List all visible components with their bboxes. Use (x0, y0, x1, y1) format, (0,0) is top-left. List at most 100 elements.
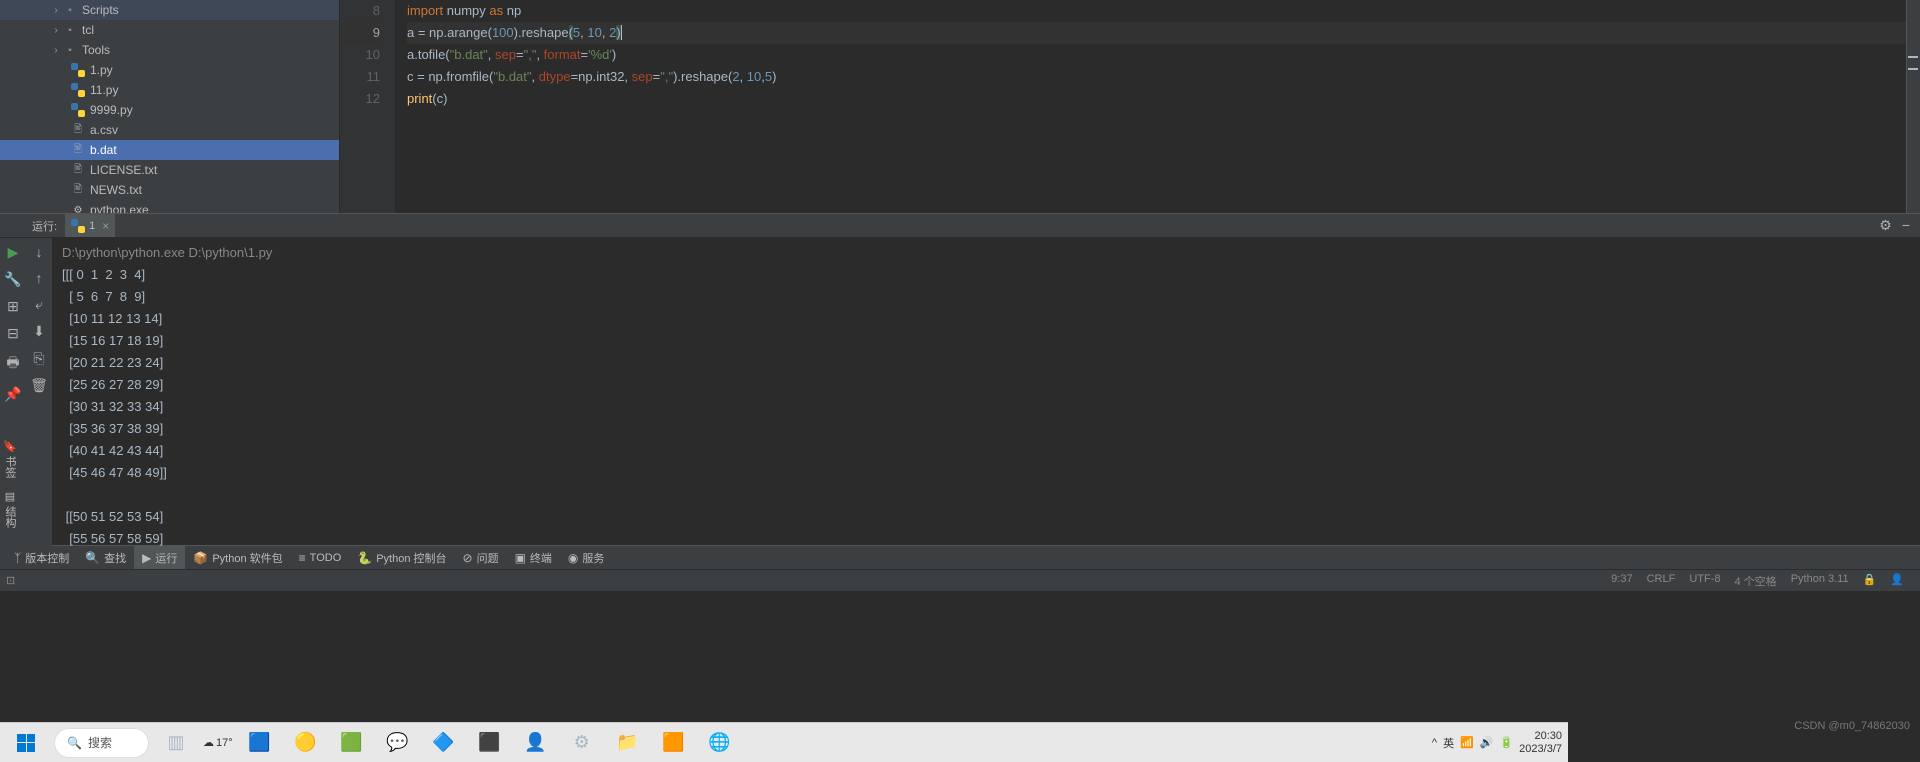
code-editor[interactable]: 8 9 10 11 12 import numpy as np a = np.a… (340, 0, 1920, 213)
tree-label: NEWS.txt (90, 183, 142, 197)
chevron-right-icon: › (50, 5, 62, 16)
line-number: 8 (340, 0, 380, 22)
run-button[interactable]: ▶运行 (134, 546, 185, 569)
taskbar-pycharm[interactable]: 🟩 (333, 727, 371, 759)
wifi-icon[interactable]: 📶 (1460, 736, 1474, 749)
gear-icon[interactable]: ⚙ (1879, 217, 1892, 234)
code-line-10[interactable]: a.tofile("b.dat", sep=",", format='%d') (407, 44, 1920, 66)
settings-icon[interactable]: ⊟ (7, 325, 19, 342)
volume-icon[interactable]: 🔊 (1480, 736, 1494, 749)
chevron-right-icon: › (50, 45, 62, 56)
tree-label: Scripts (82, 3, 119, 17)
search-placeholder: 搜索 (88, 734, 112, 751)
python-console-button[interactable]: 🐍Python 控制台 (349, 546, 454, 569)
bookmark-tab[interactable]: 🔖书签 (2, 440, 18, 478)
ime-indicator[interactable]: 英 (1443, 735, 1454, 751)
tree-file-acsv[interactable]: 🖹a.csv (0, 120, 339, 140)
status-window-icon[interactable]: ⊡ (6, 574, 15, 587)
play-icon: ▶ (142, 551, 151, 565)
export-icon[interactable]: ⎘ (33, 350, 44, 367)
run-tab-label: 1 (89, 220, 95, 232)
line-number: 12 (340, 88, 380, 110)
tree-label: a.csv (90, 123, 118, 137)
taskbar-explorer[interactable]: 📁 (609, 727, 647, 759)
lock-icon[interactable]: 🔒 (1863, 573, 1877, 589)
todo-button[interactable]: ≡TODO (291, 546, 350, 569)
terminal-button[interactable]: ▣终端 (507, 546, 560, 569)
delete-icon[interactable]: 🗑 (30, 377, 48, 394)
scroll-icon[interactable]: ⬇ (33, 323, 45, 340)
editor-marker-bar[interactable] (1906, 0, 1920, 213)
python-file-icon (70, 82, 86, 98)
tree-file-11py[interactable]: 11.py (0, 80, 339, 100)
battery-icon[interactable]: 🔋 (1499, 736, 1513, 749)
tree-folder-scripts[interactable]: ›▪ Scripts (0, 0, 339, 20)
output-text: [[[ 0 1 2 3 4] [ 5 6 7 8 9] [10 11 12 13… (62, 264, 1910, 550)
taskbar-app-4[interactable]: ⬛ (471, 727, 509, 759)
tree-file-9999py[interactable]: 9999.py (0, 100, 339, 120)
indent-setting[interactable]: 4 个空格 (1735, 573, 1777, 589)
code-line-11[interactable]: c = np.fromfile("b.dat", dtype=np.int32,… (407, 66, 1920, 88)
problems-button[interactable]: ⊘问题 (455, 546, 507, 569)
chevron-up-icon[interactable]: ^ (1432, 737, 1437, 749)
encoding[interactable]: UTF-8 (1689, 573, 1720, 589)
tree-file-pythonexe[interactable]: ⚙python.exe (0, 200, 339, 213)
python-interpreter[interactable]: Python 3.11 (1791, 573, 1849, 589)
pin-icon[interactable]: 📌 (4, 386, 21, 403)
version-control-button[interactable]: ᛉ版本控制 (6, 546, 77, 569)
down-icon[interactable]: ↓ (36, 244, 43, 260)
python-packages-button[interactable]: 📦Python 软件包 (185, 546, 290, 569)
code-line-12[interactable]: print(c) (407, 88, 1920, 110)
tree-file-news[interactable]: 🖹 NEWS.txt (0, 180, 339, 200)
find-button[interactable]: 🔍查找 (77, 546, 134, 569)
line-ending[interactable]: CRLF (1647, 573, 1676, 589)
folder-icon: ▪ (62, 2, 78, 18)
tree-folder-tcl[interactable]: ›▪tcl (0, 20, 339, 40)
layout-icon[interactable]: ⊞ (7, 298, 19, 315)
services-button[interactable]: ◉服务 (560, 546, 612, 569)
start-button[interactable] (6, 727, 46, 759)
project-file-tree[interactable]: ›▪Scripts ›▪tcl ›▪Tools 1.py 11.py 9999.… (0, 0, 340, 213)
up-icon[interactable]: ↑ (36, 270, 43, 286)
tree-file-1py[interactable]: 1.py (0, 60, 339, 80)
structure-tab[interactable]: ▤结构 (2, 490, 18, 528)
cursor-position[interactable]: 9:37 (1611, 573, 1632, 589)
taskbar-app-3[interactable]: 🔷 (425, 727, 463, 759)
minimize-icon[interactable]: − (1902, 217, 1910, 234)
taskbar-app-7[interactable]: 🟧 (655, 727, 693, 759)
watermark: CSDN @m0_74862030 (1794, 720, 1910, 732)
file-icon: 🖹 (70, 182, 86, 198)
wrap-icon[interactable]: ⤶ (35, 296, 43, 313)
wrench-icon[interactable]: 🔧 (4, 271, 21, 288)
code-line-8[interactable]: import numpy as np (407, 0, 1920, 22)
taskbar-wechat[interactable]: 💬 (379, 727, 417, 759)
print-icon[interactable]: 🖶 (6, 352, 19, 376)
line-number: 9 (340, 22, 380, 44)
search-icon: 🔍 (67, 736, 82, 750)
taskbar-app-2[interactable]: 🟡 (287, 727, 325, 759)
code-content[interactable]: import numpy as np a = np.arange(100).re… (395, 0, 1920, 213)
weather-widget[interactable]: ☁17° (203, 736, 233, 749)
close-icon[interactable]: × (102, 219, 109, 233)
taskbar-edge[interactable]: 🌐 (701, 727, 739, 759)
left-tool-tabs: 🔖书签 ▤结构 (2, 440, 18, 528)
tree-file-bdat[interactable]: 🖹b.dat (0, 140, 339, 160)
problems-icon: ⊘ (463, 551, 473, 565)
clock[interactable]: 20:30 2023/3/7 (1519, 730, 1562, 754)
run-output[interactable]: D:\python\python.exe D:\python\1.py [[[ … (52, 238, 1920, 546)
run-tab[interactable]: 1 × (65, 214, 115, 237)
tree-folder-tools[interactable]: ›▪Tools (0, 40, 339, 60)
code-line-9[interactable]: a = np.arange(100).reshape(5, 10, 2) (407, 22, 1920, 44)
tree-file-license[interactable]: 🖹LICENSE.txt (0, 160, 339, 180)
task-view-icon[interactable]: ▥ (157, 727, 195, 759)
package-icon: 📦 (193, 551, 208, 565)
taskbar-app-6[interactable]: ⚙ (563, 727, 601, 759)
run-command: D:\python\python.exe D:\python\1.py (62, 242, 1910, 264)
taskbar-search[interactable]: 🔍 搜索 (54, 728, 149, 758)
play-icon[interactable]: ▶ (8, 244, 19, 261)
taskbar-app-5[interactable]: 👤 (517, 727, 555, 759)
todo-icon: ≡ (299, 551, 306, 565)
tree-label: b.dat (90, 143, 117, 157)
taskbar-app-1[interactable]: 🟦 (241, 727, 279, 759)
user-icon[interactable]: 👤 (1890, 573, 1904, 589)
